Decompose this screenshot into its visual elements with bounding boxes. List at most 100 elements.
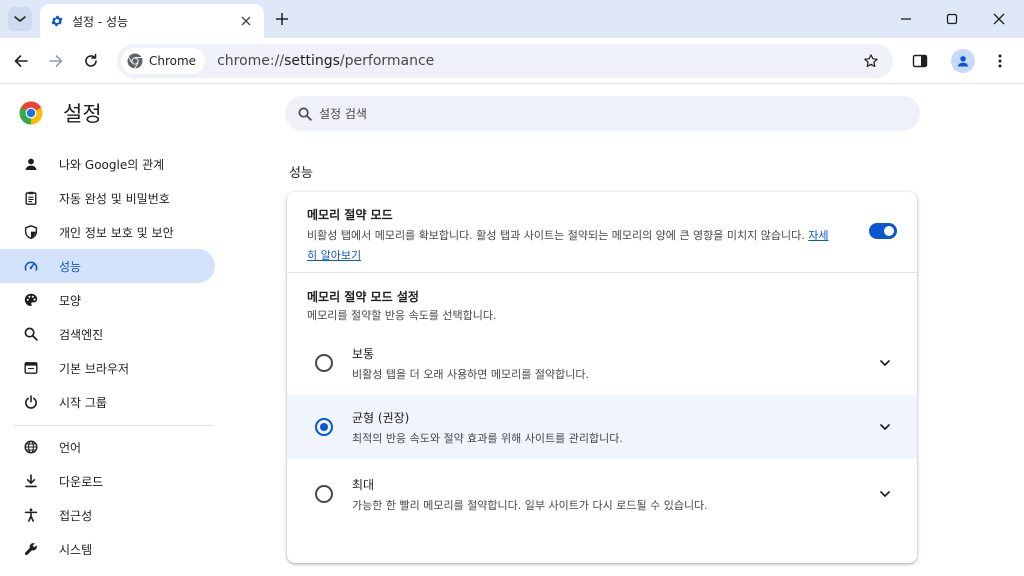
active-tab[interactable]: 설정 - 성능	[40, 4, 264, 38]
side-panel-icon	[912, 54, 928, 68]
option-title: 최대	[352, 478, 375, 492]
sidebar-item-privacy[interactable]: 개인 정보 보호 및 보안	[0, 215, 215, 249]
url-host: settings	[284, 53, 340, 69]
minimize-button[interactable]	[895, 8, 917, 30]
toolbar: Chrome chrome://settings/performance	[0, 38, 1024, 84]
back-button[interactable]	[9, 49, 33, 73]
settings-header: 설정	[19, 100, 102, 126]
memory-saver-title: 메모리 절약 모드	[307, 208, 393, 222]
sidebar-item-autofill[interactable]: 자동 완성 및 비밀번호	[0, 181, 215, 215]
expand-button[interactable]	[875, 353, 895, 373]
globe-icon	[23, 439, 39, 455]
sidebar-item-label: 기본 브라우저	[59, 361, 130, 376]
browser-icon	[23, 360, 39, 376]
chevron-down-icon	[880, 424, 890, 430]
section-title: 성능	[289, 166, 313, 181]
sidebar-item-downloads[interactable]: 다운로드	[0, 464, 215, 498]
address-bar[interactable]: Chrome chrome://settings/performance	[117, 44, 893, 78]
sidebar-item-label: 모양	[59, 293, 82, 308]
sidebar-item-label: 접근성	[59, 508, 93, 523]
tab-search-icon	[14, 16, 26, 22]
tab-close-button[interactable]	[238, 13, 254, 29]
tab-title: 설정 - 성능	[72, 14, 129, 29]
card-divider	[287, 272, 917, 273]
sidebar-item-label: 검색엔진	[59, 327, 104, 342]
expand-button[interactable]	[875, 484, 895, 504]
forward-button[interactable]	[44, 49, 68, 73]
sidebar-item-label: 개인 정보 보호 및 보안	[59, 225, 174, 240]
tab-search-button[interactable]	[8, 7, 32, 31]
memory-saver-toggle[interactable]	[869, 223, 897, 239]
sidebar-item-on-startup[interactable]: 시작 그룹	[0, 385, 215, 419]
side-panel-button[interactable]	[908, 49, 932, 73]
sidebar-item-system[interactable]: 시스템	[0, 532, 215, 566]
reload-button[interactable]	[79, 49, 103, 73]
arrow-left-icon	[14, 55, 28, 67]
option-maximum[interactable]: 최대 가능한 한 빨리 메모리를 절약합니다. 일부 사이트가 다시 로드될 수…	[287, 462, 917, 526]
option-title: 보통	[352, 347, 375, 361]
more-menu-button[interactable]	[988, 49, 1012, 73]
page-title: 설정	[63, 102, 102, 126]
search-icon	[23, 326, 39, 342]
sidebar-item-you-and-google[interactable]: 나와 Google의 관계	[0, 147, 215, 181]
reload-icon	[85, 53, 97, 67]
profile-avatar-button[interactable]	[951, 49, 975, 73]
sidebar-item-label: 시작 그룹	[59, 395, 107, 410]
chevron-down-icon	[880, 491, 890, 497]
expand-button[interactable]	[875, 417, 895, 437]
chevron-down-icon	[880, 360, 890, 366]
sidebar-item-accessibility[interactable]: 접근성	[0, 498, 215, 532]
sidebar-item-label: 언어	[59, 440, 82, 455]
clipboard-icon	[23, 190, 39, 206]
sidebar-item-appearance[interactable]: 모양	[0, 283, 215, 317]
more-vert-icon	[998, 54, 1002, 68]
download-icon	[23, 473, 39, 489]
search-placeholder: 설정 검색	[319, 107, 367, 121]
close-icon	[993, 13, 1005, 25]
search-icon	[297, 106, 313, 122]
settings-sidebar: 설정 나와 Google의 관계 자동 완성 및 비밀번호 개인 정보 보호 및…	[0, 84, 230, 576]
new-tab-button[interactable]	[272, 9, 292, 29]
radio-selected-dot	[320, 423, 328, 431]
site-info-chip[interactable]: Chrome	[121, 48, 206, 74]
option-moderate[interactable]: 보통 비활성 탭을 더 오래 사용하면 메모리를 절약합니다.	[287, 331, 917, 395]
sidebar-item-default-browser[interactable]: 기본 브라우저	[0, 351, 215, 385]
close-window-button[interactable]	[988, 8, 1010, 30]
settings-search-input[interactable]: 설정 검색	[285, 96, 920, 131]
accessibility-icon	[23, 507, 39, 523]
sidebar-item-label: 성능	[59, 259, 82, 274]
speedometer-icon	[23, 258, 39, 274]
arrow-right-icon	[49, 55, 63, 67]
option-balanced[interactable]: 균형 (권장) 최적의 반응 속도와 절약 효과를 위해 사이트를 관리합니다.	[287, 395, 917, 459]
radio-button[interactable]	[315, 418, 333, 436]
maximize-button[interactable]	[941, 8, 963, 30]
sidebar-item-label: 다운로드	[59, 474, 104, 489]
palette-icon	[23, 292, 39, 308]
memory-saver-description: 비활성 탭에서 메모리를 확보합니다. 활성 탭과 사이트는 절약되는 메모리의…	[307, 226, 837, 266]
star-icon	[864, 54, 878, 68]
memory-saver-settings-description: 메모리를 절약할 반응 속도를 선택합니다.	[307, 309, 497, 322]
bookmark-star-button[interactable]	[859, 49, 883, 73]
shield-icon	[23, 224, 39, 240]
tab-strip: 설정 - 성능	[0, 0, 1024, 38]
url-scheme: chrome://	[217, 53, 285, 69]
person-icon	[957, 56, 969, 67]
settings-gear-icon	[51, 15, 63, 27]
sidebar-item-search-engine[interactable]: 검색엔진	[0, 317, 215, 351]
plus-icon	[276, 13, 288, 25]
chip-label: Chrome	[149, 54, 197, 68]
radio-button[interactable]	[315, 354, 333, 372]
sidebar-item-languages[interactable]: 언어	[0, 430, 215, 464]
chrome-logo-icon	[19, 101, 43, 125]
toggle-knob	[884, 226, 894, 236]
url-text[interactable]: chrome://settings/performance	[217, 53, 859, 69]
minimize-icon	[901, 18, 911, 20]
radio-button[interactable]	[315, 485, 333, 503]
wrench-icon	[23, 541, 39, 557]
memory-saver-description-text: 비활성 탭에서 메모리를 확보합니다. 활성 탭과 사이트는 절약되는 메모리의…	[307, 229, 805, 242]
sidebar-item-performance[interactable]: 성능	[0, 249, 215, 283]
person-icon	[23, 156, 39, 172]
sidebar-item-label: 자동 완성 및 비밀번호	[59, 191, 170, 206]
chrome-logo-icon	[127, 53, 143, 69]
performance-card: 메모리 절약 모드 비활성 탭에서 메모리를 확보합니다. 활성 탭과 사이트는…	[287, 192, 917, 563]
